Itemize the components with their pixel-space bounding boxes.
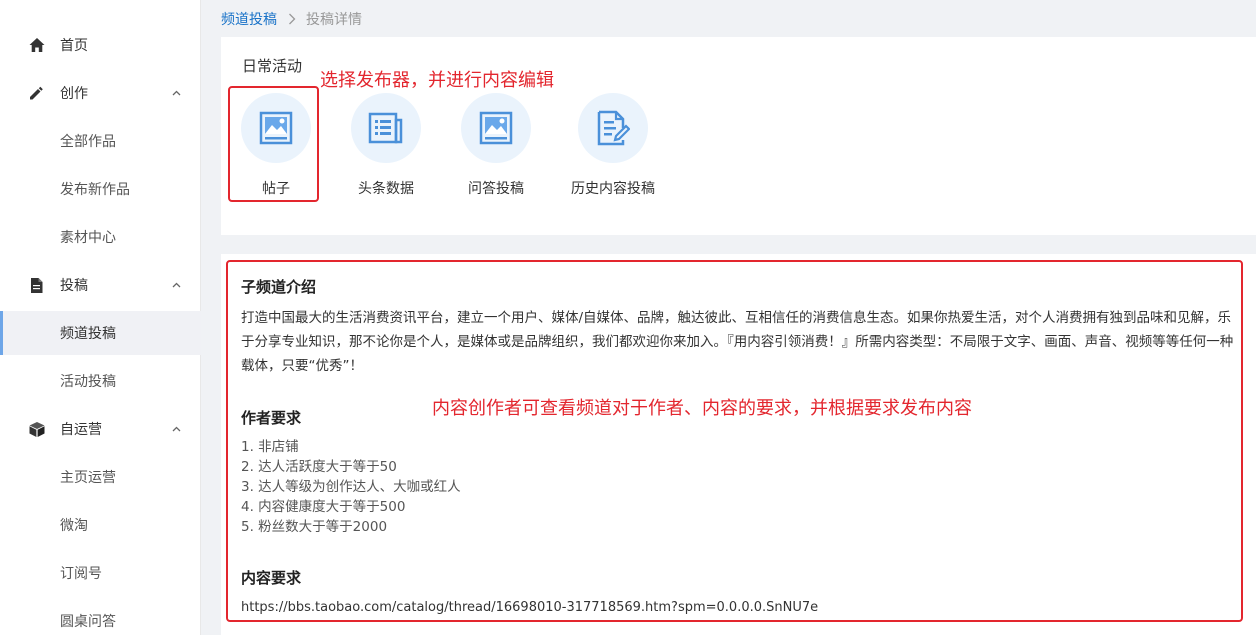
chevron-up-icon[interactable] — [171, 280, 181, 290]
sidebar-item-weitao[interactable]: 微淘 — [0, 503, 201, 547]
annotation-box-post — [228, 86, 319, 202]
news-list-icon — [368, 112, 403, 144]
sidebar-item-material-center[interactable]: 素材中心 — [0, 215, 201, 259]
sidebar-item-label: 主页运营 — [60, 470, 116, 486]
sidebar-item-roundtable-qa[interactable]: 圆桌问答 — [0, 599, 201, 635]
breadcrumb: 频道投稿 投稿详情 — [221, 10, 362, 28]
tool-label: 头条数据 — [358, 181, 414, 197]
tool-history-submission[interactable]: 历史内容投稿 — [558, 93, 668, 198]
home-icon — [28, 37, 45, 54]
annotation-text-middle: 内容创作者可查看频道对于作者、内容的要求，并根据要求发布内容 — [432, 398, 972, 419]
sidebar-item-submission[interactable]: 投稿 — [0, 263, 201, 307]
chevron-up-icon[interactable] — [171, 88, 181, 98]
chevron-up-icon[interactable] — [171, 424, 181, 434]
tool-circle — [351, 93, 421, 163]
edit-document-icon — [597, 110, 630, 146]
breadcrumb-current: 投稿详情 — [306, 12, 362, 28]
sidebar-item-label: 首页 — [60, 38, 88, 54]
sidebar-item-label: 微淘 — [60, 518, 88, 534]
sidebar-item-label: 自运营 — [60, 422, 102, 438]
document-icon — [28, 277, 45, 294]
image-icon — [479, 111, 513, 145]
tool-circle — [578, 93, 648, 163]
sidebar-item-label: 圆桌问答 — [60, 614, 116, 630]
sidebar-item-label: 发布新作品 — [60, 182, 130, 198]
sidebar-item-homepage-operation[interactable]: 主页运营 — [0, 455, 201, 499]
sidebar: 首页 创作 全部作品 发布新作品 素材中心 投稿 频道投稿 活动投稿 自运营 主… — [0, 0, 201, 635]
sidebar-item-activity-submission[interactable]: 活动投稿 — [0, 359, 201, 403]
sidebar-item-channel-submission[interactable]: 频道投稿 — [0, 311, 201, 355]
sidebar-item-label: 投稿 — [60, 278, 88, 294]
tool-qa-submission[interactable]: 问答投稿 — [441, 93, 551, 198]
sidebar-item-label: 活动投稿 — [60, 374, 116, 390]
tool-circle — [461, 93, 531, 163]
sidebar-item-self-operation[interactable]: 自运营 — [0, 407, 201, 451]
sidebar-item-subscription[interactable]: 订阅号 — [0, 551, 201, 595]
annotation-box-channel-info — [226, 260, 1243, 622]
tool-label: 历史内容投稿 — [571, 181, 655, 197]
sidebar-item-label: 创作 — [60, 86, 88, 102]
sidebar-item-all-works[interactable]: 全部作品 — [0, 119, 201, 163]
breadcrumb-parent-link[interactable]: 频道投稿 — [221, 9, 277, 29]
sidebar-item-home[interactable]: 首页 — [0, 23, 201, 67]
chevron-right-icon — [288, 13, 296, 25]
tool-headline-data[interactable]: 头条数据 — [331, 93, 441, 198]
sidebar-item-create[interactable]: 创作 — [0, 71, 201, 115]
sidebar-item-label: 频道投稿 — [60, 326, 116, 342]
sidebar-item-label: 订阅号 — [60, 566, 102, 582]
sidebar-item-publish-new[interactable]: 发布新作品 — [0, 167, 201, 211]
activity-title: 日常活动 — [242, 57, 303, 75]
sidebar-item-label: 素材中心 — [60, 230, 116, 246]
annotation-text-top: 选择发布器，并进行内容编辑 — [320, 70, 554, 91]
tool-label: 问答投稿 — [468, 181, 524, 197]
box-icon — [28, 421, 45, 438]
sidebar-item-label: 全部作品 — [60, 134, 116, 150]
pencil-icon — [28, 85, 45, 102]
